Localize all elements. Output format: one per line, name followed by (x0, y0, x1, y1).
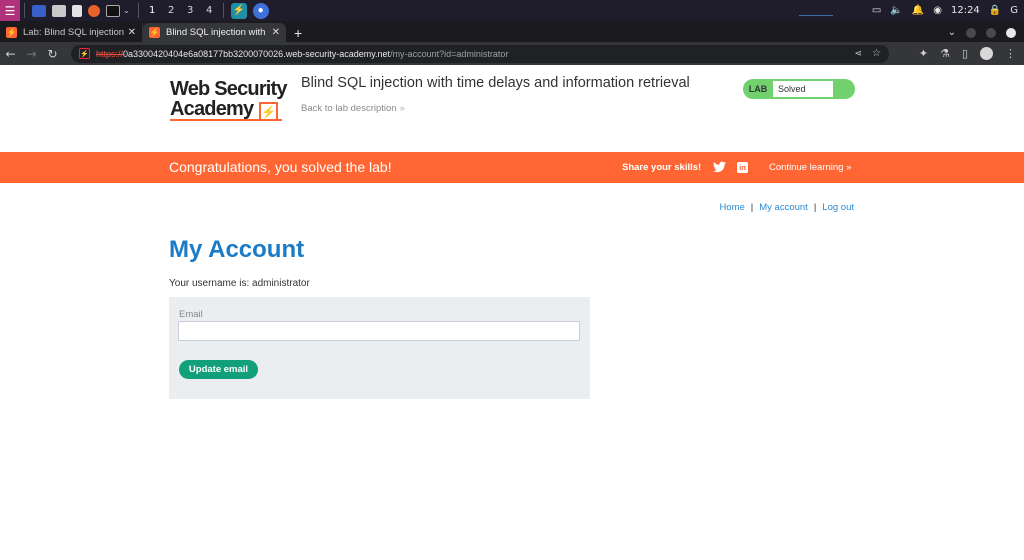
home-link[interactable]: Home (719, 202, 744, 213)
burp-favicon-icon: ⚡ (149, 27, 160, 38)
double-chevron-right-icon: » (399, 103, 405, 114)
lab-flask-icon[interactable]: ⚗ (940, 47, 950, 60)
lab-header: Web Security Academy ⚡ Blind SQL injecti… (0, 65, 1024, 152)
web-page: Web Security Academy ⚡ Blind SQL injecti… (0, 65, 1024, 560)
url-scheme: https:// (96, 48, 124, 59)
web-security-academy-logo[interactable]: Web Security Academy ⚡ (170, 79, 292, 123)
share-icon[interactable]: ⋖ (854, 48, 862, 59)
update-email-button[interactable]: Update email (179, 360, 258, 379)
power-icon[interactable]: G (1010, 5, 1018, 16)
nav-separator: | (750, 202, 754, 213)
tab-search-icon[interactable]: ⌄ (948, 27, 956, 38)
lock-icon[interactable]: 🔒 (989, 5, 1001, 16)
continue-learning-link[interactable]: Continue learning » (769, 162, 851, 173)
burp-favicon-icon: ⚡ (6, 27, 17, 38)
firefox-icon[interactable] (88, 4, 100, 17)
linkedin-icon[interactable]: in (737, 162, 748, 173)
bell-icon[interactable]: 🔔 (912, 5, 924, 16)
badge-lab-label: LAB (748, 84, 768, 94)
kali-menu-icon[interactable]: ☰ (0, 0, 20, 21)
double-chevron-right-icon: » (846, 162, 852, 173)
sidebar-icon[interactable]: ▯ (962, 47, 968, 60)
solved-banner: Congratulations, you solved the lab! Sha… (0, 152, 1024, 183)
minimize-button[interactable] (966, 27, 976, 38)
desktop-icon[interactable] (32, 4, 46, 17)
chromium-icon[interactable]: ● (252, 2, 269, 19)
maximize-button[interactable] (986, 27, 996, 38)
url-host: 0a3300420404e6a08177bb3200070026.web-sec… (123, 48, 391, 59)
reload-icon[interactable]: ↻ (42, 47, 63, 61)
lab-status-badge: LAB Solved (743, 79, 855, 99)
email-field[interactable] (178, 321, 580, 341)
chevron-down-icon[interactable]: ⌄ (123, 6, 130, 15)
record-icon[interactable]: ◉ (933, 5, 942, 16)
workspace-1[interactable]: 1 (143, 5, 162, 16)
username-text: Your username is: administrator (169, 278, 310, 289)
file-manager-icon[interactable] (52, 4, 66, 17)
twitter-icon[interactable] (713, 161, 726, 173)
url-path: /my-account?id=administrator (390, 48, 509, 59)
account-nav: Home | My account | Log out (719, 202, 854, 213)
profile-avatar[interactable] (980, 47, 993, 60)
os-taskbar: ☰ ⌄ 1 2 3 4 ⚡ ● ▭ 🔈 🔔 ◉ 12:24 🔒 G (0, 0, 1024, 21)
lab-title: Blind SQL injection with time delays and… (301, 75, 690, 91)
taskbar-divider (222, 3, 224, 18)
terminal-icon[interactable] (106, 4, 120, 17)
email-label: Email (179, 309, 203, 320)
back-link-label: Back to lab description (301, 103, 397, 114)
logo-line-1: Web Security (170, 78, 288, 100)
taskbar-divider (24, 3, 25, 18)
update-email-form: Email Update email (169, 297, 590, 399)
tab-lab-instance[interactable]: ⚡ Blind SQL injection with t ✕ (143, 23, 286, 42)
kebab-menu-icon[interactable]: ⋮ (1005, 47, 1016, 60)
new-tab-button[interactable]: + (294, 23, 302, 42)
clock[interactable]: 12:24 (951, 5, 980, 16)
page-title: My Account (169, 236, 305, 263)
bookmark-star-icon[interactable]: ☆ (872, 48, 881, 59)
text-editor-icon[interactable] (72, 4, 82, 17)
tab-label: Blind SQL injection with t (166, 27, 268, 38)
logout-link[interactable]: Log out (822, 202, 854, 213)
display-icon[interactable]: ▭ (872, 5, 881, 16)
not-secure-icon[interactable]: ⚡ (79, 48, 90, 59)
congratulations-message: Congratulations, you solved the lab! (169, 159, 392, 175)
close-icon[interactable]: ✕ (128, 27, 136, 38)
workspace-2[interactable]: 2 (162, 5, 181, 16)
close-window-button[interactable] (1006, 27, 1016, 38)
share-skills-label: Share your skills! (622, 162, 702, 173)
back-arrow-icon[interactable]: ← (0, 47, 21, 61)
tab-label: Lab: Blind SQL injection w (23, 27, 124, 38)
taskbar-divider (137, 3, 139, 18)
cpu-graph (798, 6, 833, 16)
nav-separator: | (813, 202, 817, 213)
address-bar[interactable]: ⚡ https:// 0a3300420404e6a08177bb3200070… (71, 44, 889, 63)
browser-tab-strip: ⚡ Lab: Blind SQL injection w ✕ ⚡ Blind S… (0, 21, 1024, 42)
burp-icon[interactable]: ⚡ (230, 2, 247, 19)
forward-arrow-icon[interactable]: → (21, 47, 42, 61)
my-account-link[interactable]: My account (759, 202, 808, 213)
badge-state: Solved (773, 81, 833, 97)
back-to-lab-description-link[interactable]: Back to lab description» (301, 103, 405, 114)
extensions-icon[interactable]: ✦ (919, 47, 928, 60)
volume-icon[interactable]: 🔈 (890, 5, 902, 16)
workspace-4[interactable]: 4 (200, 5, 219, 16)
logo-underline (170, 119, 282, 121)
close-icon[interactable]: ✕ (272, 27, 280, 38)
workspace-3[interactable]: 3 (181, 5, 200, 16)
tab-lab-description[interactable]: ⚡ Lab: Blind SQL injection w ✕ (0, 23, 143, 42)
continue-learning-label: Continue learning (769, 162, 844, 173)
browser-toolbar: ← → ↻ ⚡ https:// 0a3300420404e6a08177bb3… (0, 42, 1024, 65)
